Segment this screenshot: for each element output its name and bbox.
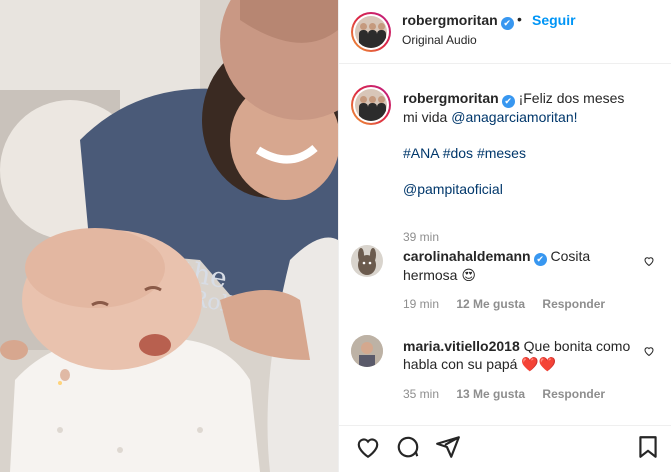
verified-icon: ✔ (533, 253, 547, 266)
post-header: robergmoritan ✔ • Seguir Original Audio (339, 0, 671, 64)
comment-text: maria.vitiello2018 Que bonita como habla… (403, 337, 633, 373)
comment-time[interactable]: 35 min (403, 387, 439, 401)
caption-meta: 39 min (403, 230, 453, 244)
post-video[interactable]: the Rolling (0, 0, 338, 472)
video-frame: the Rolling (0, 0, 338, 472)
comment-username[interactable]: maria.vitiello2018 (403, 338, 520, 354)
follow-button[interactable]: Seguir (532, 12, 576, 28)
comments-section: robergmoritan ✔ ¡Feliz dos meses mi vida … (339, 65, 671, 425)
post-actions (339, 425, 671, 472)
caption: robergmoritan ✔ ¡Feliz dos meses mi vida … (351, 85, 661, 244)
author-username-text[interactable]: robergmoritan (402, 12, 498, 28)
comment-likes[interactable]: 12 Me gusta (456, 297, 525, 311)
caption-hashtags[interactable]: #ANA #dos #meses (403, 144, 633, 162)
caption-text: robergmoritan ✔ ¡Feliz dos meses mi vida … (403, 89, 633, 198)
post-side-panel: robergmoritan ✔ • Seguir Original Audio r… (338, 0, 671, 472)
comment-time[interactable]: 19 min (403, 297, 439, 311)
commenter-avatar[interactable] (351, 245, 383, 277)
header-separator: • (517, 11, 522, 27)
verified-icon: ✔ (500, 17, 514, 30)
reply-button[interactable]: Responder (542, 297, 605, 311)
instagram-post: the Rolling (0, 0, 671, 472)
comment-username[interactable]: carolinahaldemann (403, 248, 531, 264)
caption-mention[interactable]: @anagarciamoritan! (451, 109, 577, 125)
share-icon[interactable] (435, 434, 461, 460)
comment-icon[interactable] (395, 434, 421, 460)
comment-meta: 19 min 12 Me gusta Responder (403, 297, 619, 311)
heart-icon[interactable] (355, 434, 381, 460)
like-comment-icon[interactable] (643, 255, 655, 267)
commenter-avatar[interactable] (351, 335, 383, 367)
bookmark-icon[interactable] (635, 434, 661, 460)
comment-text: carolinahaldemann ✔ Cosita hermosa 😍 (403, 247, 633, 284)
author-username[interactable]: robergmoritan ✔ (402, 12, 514, 30)
caption-username[interactable]: robergmoritan (403, 90, 499, 106)
audio-label[interactable]: Original Audio (402, 33, 477, 47)
caption-mention-2[interactable]: @pampitaoficial (403, 180, 633, 198)
verified-icon: ✔ (501, 95, 515, 108)
reply-button[interactable]: Responder (542, 387, 605, 401)
comment-likes[interactable]: 13 Me gusta (456, 387, 525, 401)
author-avatar[interactable] (351, 12, 391, 52)
comment-meta: 35 min 13 Me gusta Responder (403, 387, 619, 401)
comment-item: carolinahaldemann ✔ Cosita hermosa 😍 19 m… (351, 245, 661, 315)
comment-item: maria.vitiello2018 Que bonita como habla… (351, 335, 661, 405)
caption-avatar[interactable] (351, 85, 391, 125)
caption-time[interactable]: 39 min (403, 230, 439, 244)
like-comment-icon[interactable] (643, 345, 655, 357)
